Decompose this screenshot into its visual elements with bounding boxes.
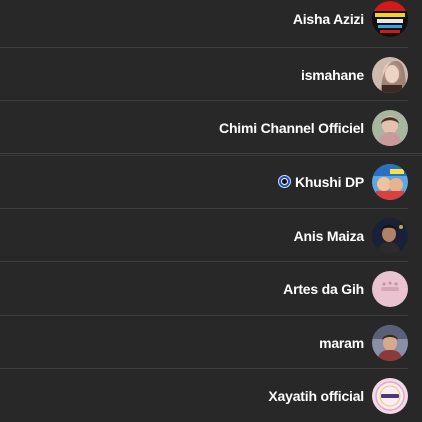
channel-row-anis-maiza[interactable]: Anis Maiza	[0, 209, 422, 262]
channel-list: Aisha Azizi ismahane Chimi Channel Offic…	[0, 0, 422, 417]
channel-row-khushi-dp[interactable]: Khushi DP	[0, 155, 422, 208]
anis-maiza-avatar-image	[372, 217, 408, 254]
row-divider	[0, 153, 422, 154]
chimi-channel-avatar-image	[372, 109, 408, 146]
channel-row-xayatih-official[interactable]: Xayatih official	[0, 369, 422, 422]
channel-row-maram[interactable]: maram	[0, 316, 422, 369]
channel-name[interactable]: Chimi Channel Officiel	[219, 120, 364, 136]
channel-row-ismahane[interactable]: ismahane	[0, 48, 422, 101]
channel-row-artes-da-gih[interactable]: Artes da Gih	[0, 262, 422, 315]
khushi-dp-avatar-image	[372, 163, 408, 200]
channel-name[interactable]: Anis Maiza	[294, 228, 365, 244]
xayatih-official-avatar[interactable]	[372, 377, 408, 414]
channel-name[interactable]: Khushi DP	[278, 174, 364, 190]
chimi-channel-avatar[interactable]	[372, 109, 408, 146]
maram-avatar[interactable]	[372, 324, 408, 361]
ismahane-avatar-image	[372, 56, 408, 93]
ismahane-avatar[interactable]	[372, 56, 408, 93]
channel-name[interactable]: maram	[319, 335, 364, 351]
channel-name-text: Khushi DP	[295, 173, 364, 190]
channel-name[interactable]: ismahane	[301, 67, 364, 83]
aisha-azizi-avatar-image	[372, 0, 408, 37]
channel-name[interactable]: Xayatih official	[268, 388, 364, 404]
anis-maiza-avatar[interactable]	[372, 217, 408, 254]
artes-da-gih-avatar-image	[372, 270, 408, 307]
channel-name[interactable]: Artes da Gih	[283, 281, 364, 297]
khushi-dp-avatar[interactable]	[372, 163, 408, 200]
nazar-eye-icon	[278, 175, 292, 188]
maram-avatar-image	[372, 324, 408, 361]
artes-da-gih-avatar[interactable]	[372, 270, 408, 307]
channel-name[interactable]: Aisha Azizi	[293, 11, 364, 27]
xayatih-official-avatar-image	[372, 377, 408, 414]
channel-row-aisha-azizi[interactable]: Aisha Azizi	[0, 0, 422, 45]
aisha-azizi-avatar[interactable]	[372, 0, 408, 37]
channel-row-chimi-channel-officiel[interactable]: Chimi Channel Officiel	[0, 101, 422, 154]
